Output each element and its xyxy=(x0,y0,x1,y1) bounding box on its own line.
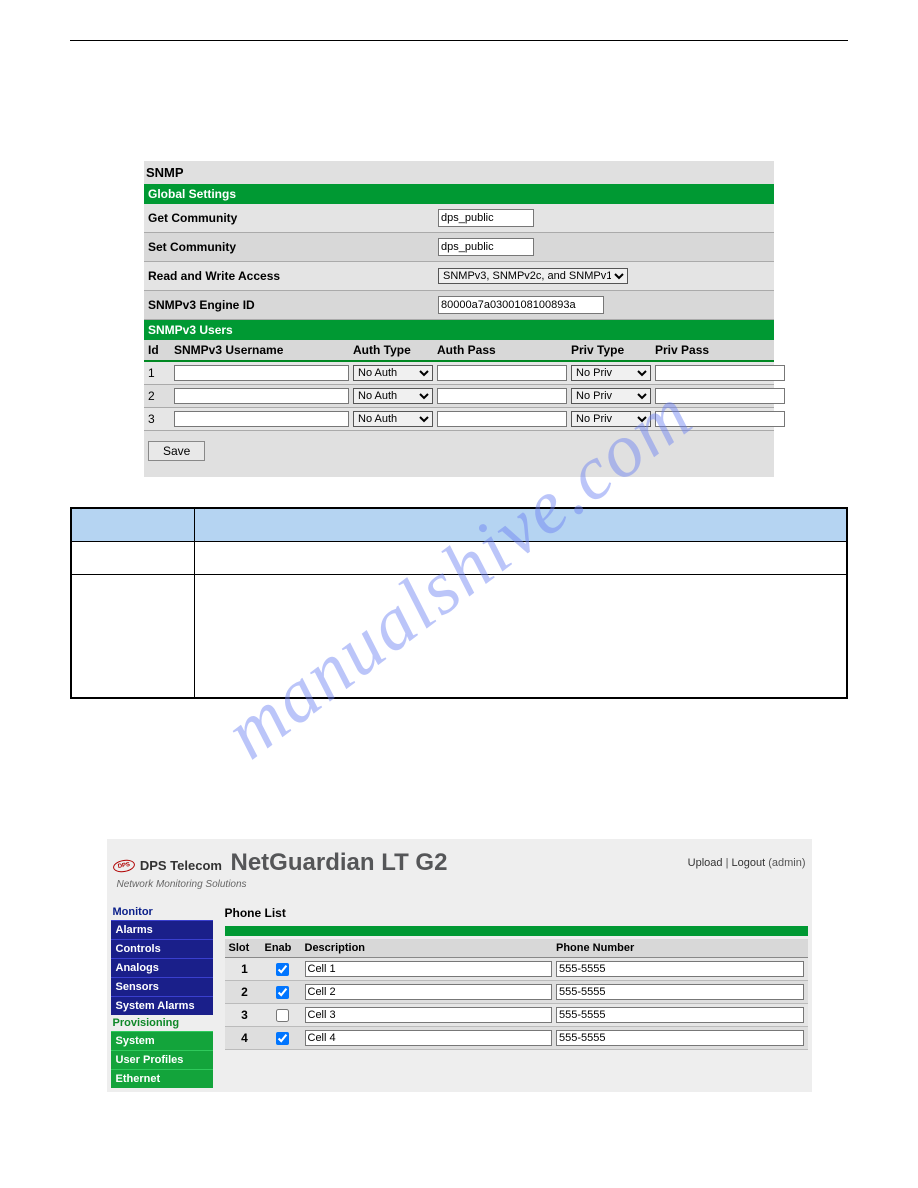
header-links: Upload | Logout (admin) xyxy=(688,857,806,869)
col-auth-pass: Auth Pass xyxy=(437,343,567,357)
priv-type-select[interactable]: No Priv xyxy=(571,365,651,381)
user-label: (admin) xyxy=(768,857,805,869)
username-input[interactable] xyxy=(174,388,349,404)
auth-pass-input[interactable] xyxy=(437,365,567,381)
phone-row-4: 4 xyxy=(225,1027,808,1050)
phone-head: Slot Enab Description Phone Number xyxy=(225,939,808,958)
user-id: 3 xyxy=(148,412,170,426)
user-id: 2 xyxy=(148,389,170,403)
enab-checkbox[interactable] xyxy=(276,1032,289,1045)
nav-system[interactable]: System xyxy=(111,1031,213,1050)
global-settings-header: Global Settings xyxy=(144,184,774,204)
col-enab: Enab xyxy=(265,942,301,954)
phone-input[interactable] xyxy=(556,1007,804,1023)
user-row-2: 2 No Auth No Priv xyxy=(144,385,774,408)
priv-pass-input[interactable] xyxy=(655,365,785,381)
col-desc: Description xyxy=(305,942,553,954)
slot-cell: 2 xyxy=(229,985,261,999)
col-slot: Slot xyxy=(229,942,261,954)
page-title: NetGuardian LT G2 xyxy=(231,849,688,877)
col-priv-pass: Priv Pass xyxy=(655,343,785,357)
auth-type-select[interactable]: No Auth xyxy=(353,388,433,404)
row-set-community: Set Community xyxy=(144,233,774,262)
col-auth-type: Auth Type xyxy=(353,343,433,357)
get-community-label: Get Community xyxy=(148,211,438,225)
row-engine-id: SNMPv3 Engine ID xyxy=(144,291,774,320)
get-community-input[interactable] xyxy=(438,209,534,227)
enab-checkbox[interactable] xyxy=(276,986,289,999)
slot-cell: 3 xyxy=(229,1008,261,1022)
engine-id-label: SNMPv3 Engine ID xyxy=(148,298,438,312)
info-table xyxy=(70,507,848,699)
phone-row-2: 2 xyxy=(225,981,808,1004)
priv-type-select[interactable]: No Priv xyxy=(571,388,651,404)
priv-pass-input[interactable] xyxy=(655,411,785,427)
phone-input[interactable] xyxy=(556,961,804,977)
nav-analogs[interactable]: Analogs xyxy=(111,958,213,977)
brand-text: DPS Telecom xyxy=(140,858,222,873)
ng-header: DPS DPS Telecom NetGuardian LT G2 Upload… xyxy=(107,839,812,879)
rw-access-label: Read and Write Access xyxy=(148,269,438,283)
phone-input[interactable] xyxy=(556,984,804,1000)
section-title: Phone List xyxy=(225,904,808,926)
logo-icon: DPS xyxy=(113,860,135,872)
row-rw-access: Read and Write Access SNMPv3, SNMPv2c, a… xyxy=(144,262,774,291)
set-community-input[interactable] xyxy=(438,238,534,256)
nav-sidebar: Monitor Alarms Controls Analogs Sensors … xyxy=(111,904,213,1088)
nav-controls[interactable]: Controls xyxy=(111,939,213,958)
upload-link[interactable]: Upload xyxy=(688,857,723,869)
row-get-community: Get Community xyxy=(144,204,774,233)
nav-user-profiles[interactable]: User Profiles xyxy=(111,1050,213,1069)
netguardian-panel: DPS DPS Telecom NetGuardian LT G2 Upload… xyxy=(107,839,812,1092)
save-button[interactable]: Save xyxy=(148,441,205,461)
username-input[interactable] xyxy=(174,411,349,427)
top-rule xyxy=(70,40,848,41)
nav-alarms[interactable]: Alarms xyxy=(111,920,213,939)
desc-input[interactable] xyxy=(305,1007,553,1023)
nav-header-monitor: Monitor xyxy=(111,904,213,920)
col-username: SNMPv3 Username xyxy=(174,343,349,357)
users-header: SNMPv3 Users xyxy=(144,320,774,340)
logout-link[interactable]: Logout xyxy=(731,857,765,869)
green-separator xyxy=(225,926,808,936)
auth-pass-input[interactable] xyxy=(437,411,567,427)
user-row-1: 1 No Auth No Priv xyxy=(144,362,774,385)
rw-access-select[interactable]: SNMPv3, SNMPv2c, and SNMPv1 xyxy=(438,268,628,284)
slot-cell: 1 xyxy=(229,962,261,976)
desc-input[interactable] xyxy=(305,961,553,977)
logo: DPS DPS Telecom xyxy=(113,854,231,873)
users-head-row: Id SNMPv3 Username Auth Type Auth Pass P… xyxy=(144,340,774,362)
enab-checkbox[interactable] xyxy=(276,1009,289,1022)
snmp-panel: SNMP Global Settings Get Community Set C… xyxy=(144,161,774,477)
auth-type-select[interactable]: No Auth xyxy=(353,365,433,381)
nav-header-provisioning: Provisioning xyxy=(111,1015,213,1031)
priv-type-select[interactable]: No Priv xyxy=(571,411,651,427)
phone-row-1: 1 xyxy=(225,958,808,981)
user-id: 1 xyxy=(148,366,170,380)
tagline: Network Monitoring Solutions xyxy=(107,879,812,898)
col-priv-type: Priv Type xyxy=(571,343,651,357)
snmp-title: SNMP xyxy=(144,161,774,184)
col-id: Id xyxy=(148,343,170,357)
nav-sensors[interactable]: Sensors xyxy=(111,977,213,996)
auth-pass-input[interactable] xyxy=(437,388,567,404)
col-phone: Phone Number xyxy=(556,942,804,954)
phone-row-3: 3 xyxy=(225,1004,808,1027)
user-row-3: 3 No Auth No Priv xyxy=(144,408,774,431)
slot-cell: 4 xyxy=(229,1031,261,1045)
phone-input[interactable] xyxy=(556,1030,804,1046)
auth-type-select[interactable]: No Auth xyxy=(353,411,433,427)
username-input[interactable] xyxy=(174,365,349,381)
engine-id-input[interactable] xyxy=(438,296,604,314)
desc-input[interactable] xyxy=(305,984,553,1000)
desc-input[interactable] xyxy=(305,1030,553,1046)
priv-pass-input[interactable] xyxy=(655,388,785,404)
nav-system-alarms[interactable]: System Alarms xyxy=(111,996,213,1015)
main-content: Phone List Slot Enab Description Phone N… xyxy=(225,904,808,1088)
enab-checkbox[interactable] xyxy=(276,963,289,976)
set-community-label: Set Community xyxy=(148,240,438,254)
nav-ethernet[interactable]: Ethernet xyxy=(111,1069,213,1088)
